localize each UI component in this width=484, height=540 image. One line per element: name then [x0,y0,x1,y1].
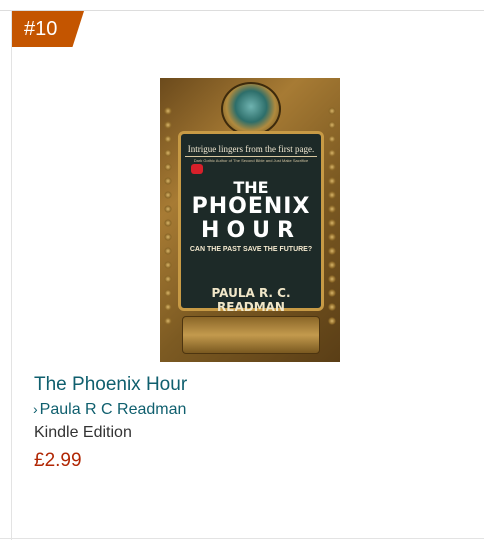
cover-rivets-left [163,106,173,328]
edition-label: Kindle Edition [34,424,132,441]
book-cover-image[interactable]: Intrigue lingers from the first page. Da… [160,78,340,362]
price: £2.99 [34,450,82,471]
author-name: Paula R C Readman [39,401,187,418]
cover-subtagline: Dark Gothic Author of The Second Bible a… [193,158,309,163]
cover-strapline: CAN THE PAST SAVE THE FUTURE? [189,246,313,253]
cover-author: PAULA R. C. READMAN [211,286,291,314]
cover-title-line2: PHOENIX [191,194,311,219]
card-left-border [11,10,12,540]
cover-tagline: Intrigue lingers from the first page. [185,144,317,157]
product-title-link[interactable]: The Phoenix Hour [34,374,187,396]
cover-title-panel: Intrigue lingers from the first page. Da… [178,131,324,314]
chevron-right-icon: › [33,401,38,417]
card-bottom-border [0,538,484,539]
cover-rivets-right [327,106,337,328]
author-link[interactable]: › Paula R C Readman [33,401,186,419]
cover-medallion [221,82,281,136]
cover-brass-plate [182,316,320,354]
rank-badge: #10 [12,11,84,47]
cover-gem-icon [191,164,203,174]
cover-title-line3: HOUR [201,218,301,243]
card-top-border [0,10,484,11]
